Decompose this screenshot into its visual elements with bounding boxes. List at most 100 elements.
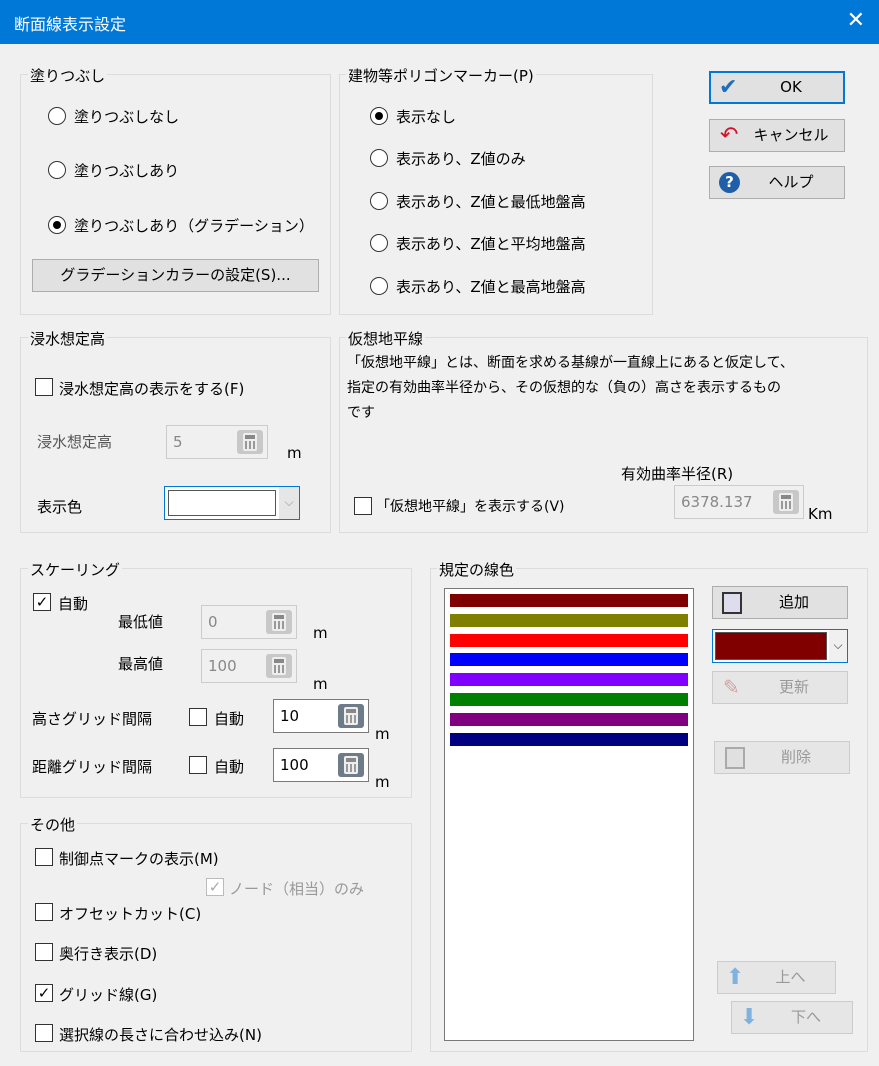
radio-marker-z[interactable]	[370, 149, 388, 167]
marker-group-label: 建物等ポリゴンマーカー(P)	[346, 65, 536, 86]
radio-marker-z-max[interactable]	[370, 277, 388, 295]
gradient-color-button-label: グラデーションカラーの設定(S)...	[60, 266, 291, 284]
offset-cut-label[interactable]: オフセットカット(C)	[59, 903, 201, 924]
control-mark-checkbox[interactable]	[35, 848, 53, 866]
flood-show-checkbox[interactable]	[35, 378, 53, 396]
flood-color-select[interactable]: ⌵	[164, 486, 300, 520]
scaling-max-label: 最高値	[118, 655, 164, 673]
title-bar: 断面線表示設定 ✕	[0, 0, 879, 44]
delete-button-label: 削除	[780, 748, 811, 766]
grid-line-label[interactable]: グリッド線(G)	[59, 984, 157, 1005]
line-color-swatch[interactable]	[450, 633, 688, 647]
calculator-icon[interactable]	[338, 704, 364, 728]
flood-group-label: 浸水想定高	[28, 328, 108, 349]
line-color-swatch[interactable]	[450, 673, 688, 687]
line-color-swatch[interactable]	[450, 653, 688, 667]
check-icon: ✔	[719, 75, 738, 100]
depth-checkbox[interactable]	[35, 943, 53, 961]
line-color-swatch[interactable]	[450, 693, 688, 706]
calculator-icon[interactable]	[266, 654, 292, 678]
grid-line-checkbox[interactable]: ✓	[35, 984, 53, 1002]
brush-icon: ✎	[723, 675, 740, 699]
move-up-button-label: 上へ	[775, 968, 806, 986]
fit-length-checkbox[interactable]	[35, 1024, 53, 1042]
cancel-button[interactable]: ↶ キャンセル	[709, 119, 845, 152]
dist-grid-value: 100	[280, 756, 309, 774]
add-button-label: 追加	[778, 593, 809, 611]
fit-length-label[interactable]: 選択線の長さに合わせ込み(N)	[59, 1024, 262, 1045]
height-grid-unit: m	[375, 725, 390, 743]
dist-grid-input[interactable]: 100	[273, 748, 369, 782]
flood-height-value: 5	[173, 433, 183, 451]
horizon-description-3: です	[347, 405, 375, 421]
radio-marker-none-label[interactable]: 表示なし	[396, 106, 456, 127]
radio-marker-z-min-label[interactable]: 表示あり、Z値と最低地盤高	[396, 191, 586, 212]
radio-fill-gradient-label[interactable]: 塗りつぶしあり（グラデーション）	[74, 215, 314, 236]
radio-fill-on[interactable]	[48, 161, 66, 179]
horizon-show-checkbox[interactable]	[354, 497, 372, 515]
line-color-swatch[interactable]	[450, 594, 688, 607]
help-icon: ?	[719, 172, 740, 193]
move-down-button[interactable]: ⬇ 下へ	[731, 1001, 853, 1034]
height-grid-input[interactable]: 10	[273, 699, 369, 733]
radio-marker-z-avg[interactable]	[370, 234, 388, 252]
height-grid-auto-checkbox[interactable]	[189, 708, 207, 726]
flood-height-unit: m	[287, 444, 302, 462]
line-color-list[interactable]	[444, 588, 694, 1041]
help-button-label: ヘルプ	[768, 173, 814, 191]
radio-fill-on-label[interactable]: 塗りつぶしあり	[74, 160, 179, 181]
move-up-button[interactable]: ⬆ 上へ	[717, 961, 836, 994]
line-color-current-swatch	[715, 632, 827, 660]
flood-color-label: 表示色	[37, 498, 83, 516]
radio-marker-z-max-label[interactable]: 表示あり、Z値と最高地盤高	[396, 276, 586, 297]
flood-height-input[interactable]: 5	[166, 425, 268, 459]
scaling-max-input[interactable]: 100	[201, 649, 297, 683]
chevron-down-icon[interactable]: ⌵	[279, 487, 299, 519]
offset-cut-checkbox[interactable]	[35, 903, 53, 921]
radio-marker-z-label[interactable]: 表示あり、Z値のみ	[396, 148, 526, 169]
node-only-label[interactable]: ノード（相当）のみ	[229, 878, 364, 899]
scaling-auto-label[interactable]: 自動	[58, 593, 88, 614]
arrow-down-icon: ⬇	[740, 1005, 759, 1030]
scaling-min-label: 最低値	[118, 613, 164, 631]
scaling-min-input[interactable]: 0	[201, 605, 297, 639]
height-grid-auto-label[interactable]: 自動	[214, 708, 244, 729]
radio-marker-z-avg-label[interactable]: 表示あり、Z値と平均地盤高	[396, 233, 586, 254]
dist-grid-auto-checkbox[interactable]	[189, 756, 207, 774]
node-only-checkbox[interactable]: ✓	[206, 878, 224, 896]
chevron-down-icon[interactable]: ⌵	[829, 630, 847, 662]
scaling-auto-checkbox[interactable]: ✓	[33, 593, 51, 611]
dist-grid-auto-label[interactable]: 自動	[214, 756, 244, 777]
calculator-icon[interactable]	[338, 753, 364, 777]
radio-marker-z-min[interactable]	[370, 192, 388, 210]
flood-show-label[interactable]: 浸水想定高の表示をする(F)	[59, 378, 244, 399]
close-icon[interactable]: ✕	[847, 8, 865, 34]
radio-marker-none[interactable]	[370, 107, 388, 125]
line-color-swatch[interactable]	[450, 712, 688, 726]
radius-unit: Km	[808, 505, 833, 523]
line-color-swatch[interactable]	[450, 613, 688, 627]
radio-fill-gradient[interactable]	[48, 216, 66, 234]
ok-button[interactable]: ✔ OK	[709, 71, 845, 104]
height-grid-value: 10	[280, 707, 300, 725]
horizon-show-label[interactable]: 「仮想地平線」を表示する(V)	[376, 496, 565, 516]
radio-fill-none[interactable]	[48, 107, 66, 125]
line-color-swatch[interactable]	[450, 732, 688, 746]
radio-fill-none-label[interactable]: 塗りつぶしなし	[74, 106, 179, 127]
calculator-icon[interactable]	[773, 490, 799, 514]
update-button-label: 更新	[778, 678, 809, 696]
help-button[interactable]: ? ヘルプ	[709, 166, 845, 199]
add-button[interactable]: 追加	[712, 586, 848, 619]
depth-label[interactable]: 奥行き表示(D)	[59, 943, 157, 964]
horizon-description-2: 指定の有効曲率半径から、その仮想的な（負の）高さを表示するもの	[347, 380, 781, 396]
radius-input[interactable]: 6378.137	[674, 485, 804, 519]
horizon-description-1: 「仮想地平線」とは、断面を求める基線が一直線上にあると仮定して、	[347, 355, 794, 371]
delete-button[interactable]: 削除	[714, 741, 850, 774]
control-mark-label[interactable]: 制御点マークの表示(M)	[59, 848, 219, 869]
scaling-min-value: 0	[208, 613, 218, 631]
gradient-color-button[interactable]: グラデーションカラーの設定(S)...	[32, 259, 319, 292]
update-button[interactable]: ✎ 更新	[712, 671, 848, 704]
calculator-icon[interactable]	[266, 610, 292, 634]
line-color-select[interactable]: ⌵	[712, 629, 848, 663]
calculator-icon[interactable]	[237, 430, 263, 454]
